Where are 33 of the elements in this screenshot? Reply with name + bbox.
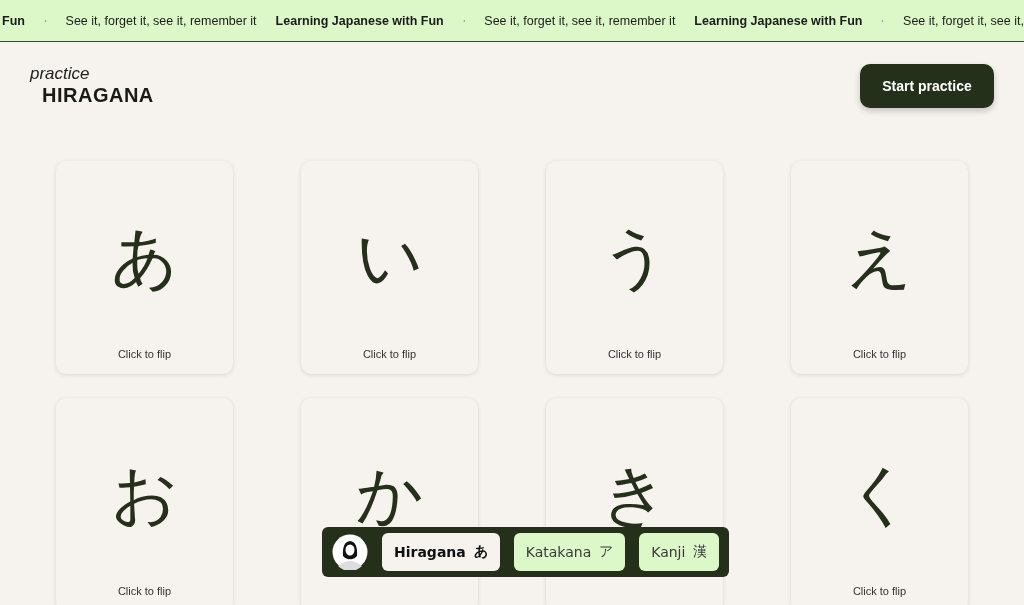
flash-card[interactable]: い Click to flip — [301, 161, 478, 374]
kana-character: え — [845, 225, 914, 291]
kana-character: あ — [110, 225, 179, 291]
kana-character: う — [600, 225, 669, 291]
card-caption: Click to flip — [852, 585, 907, 597]
card-caption: Click to flip — [852, 348, 907, 360]
kana-character: き — [600, 462, 669, 528]
page-subtitle: practice — [30, 64, 91, 84]
banner-title: Fun — [2, 13, 25, 28]
script-tab[interactable]: Kanji 漢 — [639, 533, 720, 571]
card-caption: Click to flip — [117, 348, 172, 360]
avatar-icon[interactable] — [332, 534, 368, 570]
card-caption: Click to flip — [117, 585, 172, 597]
card-caption: Click to flip — [607, 348, 662, 360]
script-tab[interactable]: Katakana ア — [513, 533, 626, 571]
banner-slogan: See it, forget it, see it, — [903, 13, 1024, 28]
banner-title: Learning Japanese with Fun — [694, 13, 863, 28]
kana-character: お — [110, 462, 179, 528]
flash-card[interactable]: あ Click to flip — [56, 161, 233, 374]
flash-card[interactable]: う Click to flip — [546, 161, 723, 374]
kana-character: い — [355, 225, 424, 291]
flash-card[interactable]: え Click to flip — [791, 161, 968, 374]
card-caption: Click to flip — [362, 348, 417, 360]
script-tab[interactable]: Hiragana あ — [382, 533, 500, 571]
kana-character: く — [845, 462, 914, 528]
flash-card[interactable]: お Click to flip — [56, 398, 233, 605]
kana-character: か — [355, 462, 424, 528]
page-title: HIRAGANA — [42, 84, 154, 107]
start-practice-button[interactable]: Start practice — [860, 64, 994, 108]
banner-slogan: See it, forget it, see it, remember it — [65, 13, 257, 28]
flash-card[interactable]: く Click to flip — [791, 398, 968, 605]
banner-title: Learning Japanese with Fun — [275, 13, 444, 28]
banner-slogan: See it, forget it, see it, remember it — [484, 13, 676, 28]
